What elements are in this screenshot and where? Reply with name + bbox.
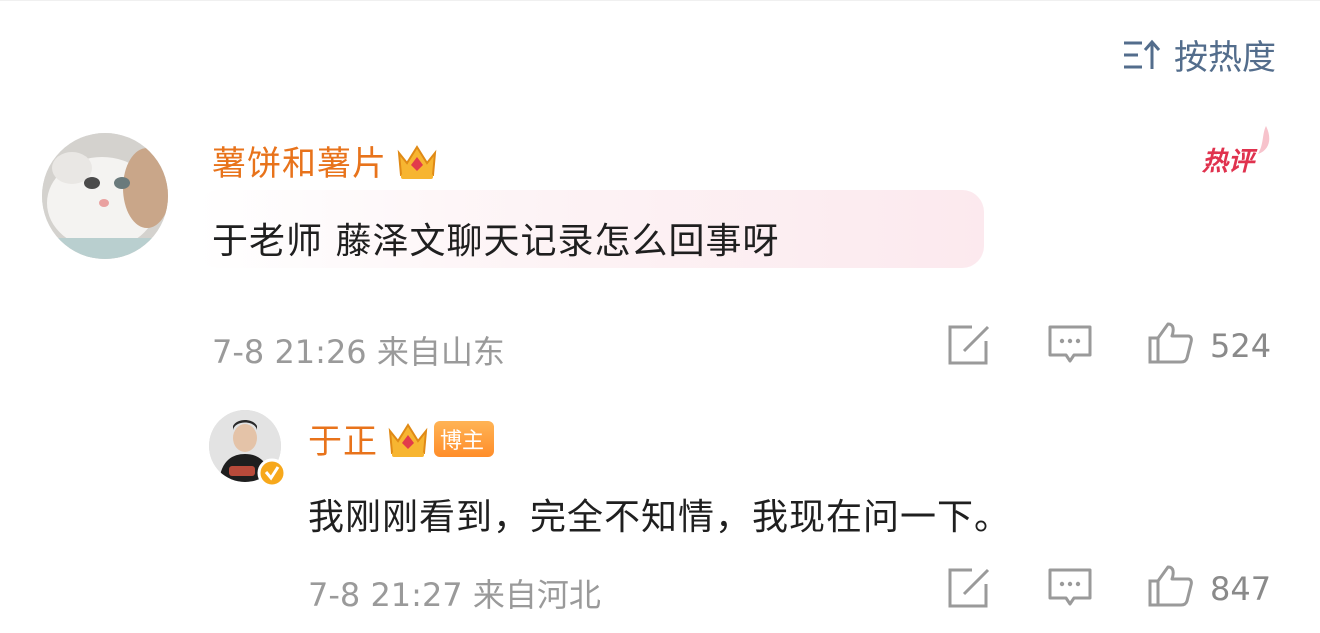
- sort-label: 按热度: [1174, 38, 1276, 78]
- like-icon[interactable]: [1146, 320, 1194, 364]
- crown-icon: [388, 422, 428, 457]
- reply-location: 来自河北: [472, 576, 601, 614]
- hot-comment-badge: 热评: [1201, 126, 1270, 177]
- comment-icon[interactable]: [1046, 566, 1094, 610]
- avatar[interactable]: [42, 133, 168, 259]
- like-count: 524: [1210, 327, 1272, 365]
- repost-icon[interactable]: [944, 566, 992, 610]
- comment-text: 于老师 藤泽文聊天记录怎么回事呀: [212, 221, 780, 262]
- reply-author-name[interactable]: 于正: [308, 414, 378, 463]
- comment-time: 7-8 21:26: [212, 333, 367, 371]
- blogger-tag: 博主: [434, 420, 495, 457]
- comment-meta: 7-8 21:26 来自山东: [212, 327, 505, 373]
- comment-location: 来自山东: [376, 333, 505, 371]
- comment-author[interactable]: 薯饼和薯片: [212, 136, 439, 185]
- reply-meta: 7-8 21:27 来自河北: [308, 570, 601, 616]
- crown-icon: [397, 144, 437, 179]
- verified-icon: [257, 458, 287, 488]
- author-name[interactable]: 薯饼和薯片: [212, 136, 387, 185]
- cat-avatar-image: [42, 133, 168, 259]
- sort-icon: [1124, 39, 1161, 69]
- reply-like-count: 847: [1210, 570, 1272, 608]
- svg-text:热评: 热评: [1201, 147, 1258, 177]
- reply-time: 7-8 21:27: [308, 576, 463, 614]
- reply-text: 我刚刚看到，完全不知情，我现在问一下。: [308, 497, 1012, 538]
- like-icon[interactable]: [1146, 563, 1194, 607]
- repost-icon[interactable]: [944, 323, 992, 367]
- top-divider: [0, 0, 1320, 1]
- sort-by-hot-button[interactable]: 按热度: [1122, 30, 1276, 79]
- comment-icon[interactable]: [1046, 323, 1094, 367]
- reply-author[interactable]: 于正 博主: [308, 414, 495, 463]
